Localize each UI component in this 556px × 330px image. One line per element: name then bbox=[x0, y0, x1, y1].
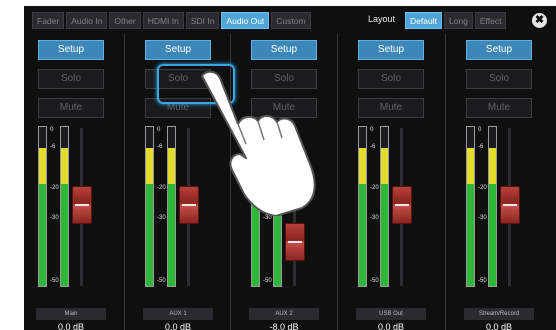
channel-level: 0.0 dB bbox=[164, 322, 192, 330]
meter-left bbox=[145, 126, 154, 287]
channel-name: Stream/Record bbox=[464, 308, 534, 320]
channel-level: 0.0 dB bbox=[57, 322, 85, 330]
setup-button[interactable]: Setup bbox=[358, 40, 424, 60]
tick-label: 0 bbox=[157, 127, 161, 133]
tick-label: -6 bbox=[370, 144, 376, 150]
level-meter-area: 0 -6 -20 -30 -50 bbox=[466, 126, 532, 314]
tick-label: -30 bbox=[478, 215, 487, 221]
fader-knob[interactable] bbox=[285, 223, 305, 261]
fader-knob[interactable] bbox=[500, 186, 520, 224]
tick-label: -50 bbox=[157, 278, 166, 284]
layout-tab-effect[interactable]: Effect bbox=[474, 12, 507, 29]
mute-button[interactable]: Mute bbox=[466, 98, 532, 118]
tick-label: -6 bbox=[478, 144, 484, 150]
pointing-hand-icon bbox=[201, 70, 316, 216]
tab-hdmi-in[interactable]: HDMI In bbox=[142, 12, 184, 29]
channel-level: -8.0 dB bbox=[269, 322, 299, 330]
channel-level: 0.0 dB bbox=[377, 322, 405, 330]
tick-label: -20 bbox=[50, 185, 59, 191]
tick-label: 0 bbox=[478, 127, 482, 133]
category-tabs: Fader Audio In Other HDMI In SDI In Audi… bbox=[32, 12, 311, 29]
tab-sdi-in[interactable]: SDI In bbox=[185, 12, 220, 29]
mute-button[interactable]: Mute bbox=[358, 98, 424, 118]
fader-knob[interactable] bbox=[72, 186, 92, 224]
channel-divider bbox=[124, 34, 125, 330]
meter-left bbox=[38, 126, 47, 287]
setup-button[interactable]: Setup bbox=[466, 40, 532, 60]
setup-button[interactable]: Setup bbox=[38, 40, 104, 60]
meter-right bbox=[167, 126, 176, 287]
tab-fader[interactable]: Fader bbox=[32, 12, 65, 29]
tick-label: 0 bbox=[370, 127, 374, 133]
tab-other[interactable]: Other bbox=[109, 12, 141, 29]
meter-left bbox=[358, 126, 367, 287]
close-icon[interactable]: ✖ bbox=[532, 13, 547, 28]
solo-button[interactable]: Solo bbox=[466, 69, 532, 89]
top-bar: Fader Audio In Other HDMI In SDI In Audi… bbox=[24, 6, 556, 34]
layout-label: Layout bbox=[368, 14, 396, 24]
channel-strip: Setup Solo Mute 0 -6 -20 -30 -50 Main 0.… bbox=[24, 34, 118, 330]
tick-label: 0 bbox=[50, 127, 54, 133]
tick-label: -50 bbox=[50, 278, 59, 284]
tab-audio-out[interactable]: Audio Out bbox=[221, 12, 270, 29]
tick-label: -30 bbox=[370, 215, 379, 221]
tick-label: -6 bbox=[157, 144, 163, 150]
meter-right bbox=[60, 126, 69, 287]
level-meter-area: 0 -6 -20 -30 -50 bbox=[38, 126, 104, 314]
tick-label: -30 bbox=[157, 215, 166, 221]
channel-name: Main bbox=[36, 308, 106, 320]
solo-button[interactable]: Solo bbox=[358, 69, 424, 89]
channel-name: AUX 1 bbox=[143, 308, 213, 320]
channel-strip: Setup Solo Mute 0 -6 -20 -30 -50 Stream/… bbox=[452, 34, 546, 330]
tick-label: -20 bbox=[157, 185, 166, 191]
tick-label: -50 bbox=[478, 278, 487, 284]
tick-label: -6 bbox=[50, 144, 56, 150]
tick-label: -30 bbox=[50, 215, 59, 221]
setup-button[interactable]: Setup bbox=[251, 40, 317, 60]
fader-knob[interactable] bbox=[392, 186, 412, 224]
meter-left bbox=[466, 126, 475, 287]
layout-tab-default[interactable]: Default bbox=[405, 12, 442, 29]
tick-label: -20 bbox=[478, 185, 487, 191]
tab-audio-in[interactable]: Audio In bbox=[66, 12, 108, 29]
tab-custom[interactable]: Custom bbox=[271, 12, 311, 29]
mixer-screen: Fader Audio In Other HDMI In SDI In Audi… bbox=[24, 6, 556, 330]
channel-divider bbox=[445, 34, 446, 330]
channel-strip: Setup Solo Mute 0 -6 -20 -30 -50 USB Out… bbox=[344, 34, 438, 330]
tick-label: -50 bbox=[263, 278, 272, 284]
solo-button[interactable]: Solo bbox=[38, 69, 104, 89]
tick-label: -20 bbox=[370, 185, 379, 191]
channel-level: 0.0 dB bbox=[485, 322, 513, 330]
layout-tabs: Default Long Effect bbox=[405, 12, 507, 29]
meter-right bbox=[380, 126, 389, 287]
level-meter-area: 0 -6 -20 -30 -50 bbox=[358, 126, 424, 314]
channel-name: AUX 2 bbox=[249, 308, 319, 320]
layout-tab-long[interactable]: Long bbox=[443, 12, 473, 29]
mute-button[interactable]: Mute bbox=[38, 98, 104, 118]
channel-name: USB Out bbox=[356, 308, 426, 320]
tick-label: -50 bbox=[370, 278, 379, 284]
meter-right bbox=[488, 126, 497, 287]
setup-button[interactable]: Setup bbox=[145, 40, 211, 60]
